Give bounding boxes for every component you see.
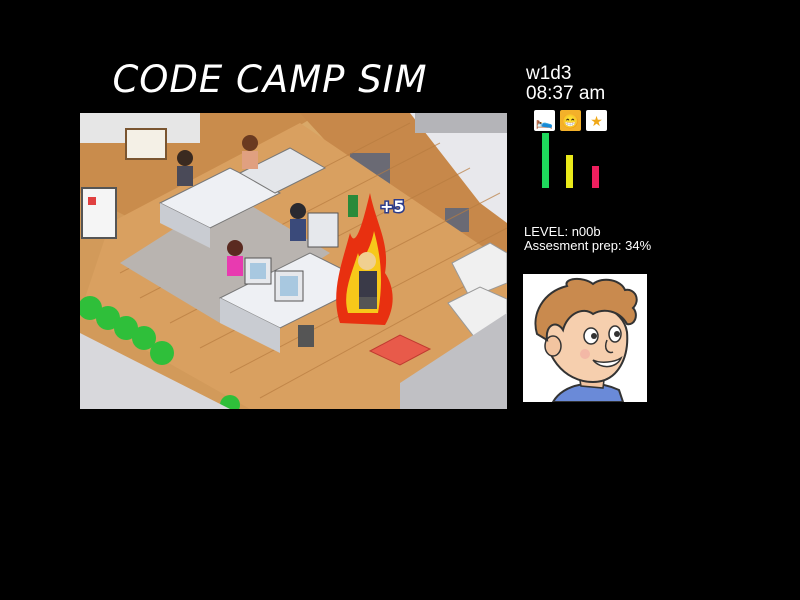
sleep-bar xyxy=(542,133,549,188)
reputation-bar xyxy=(592,166,599,188)
clock-display: 08:37 am xyxy=(526,83,606,104)
assessment-prep-label: Assesment prep: 34% xyxy=(524,238,652,253)
happiness-bar xyxy=(566,155,573,188)
level-label: LEVEL: n00b xyxy=(524,224,601,239)
game-title: CODE CAMP SIM xyxy=(112,58,428,101)
score-popup: +5 xyxy=(380,197,405,216)
stat-bars xyxy=(534,128,614,188)
avatar-art xyxy=(523,274,647,402)
office-scene-art: +5 xyxy=(80,113,507,409)
player-avatar xyxy=(523,274,647,402)
week-day-counter: w1d3 xyxy=(526,63,572,84)
office-scene[interactable]: +5 xyxy=(80,113,507,409)
